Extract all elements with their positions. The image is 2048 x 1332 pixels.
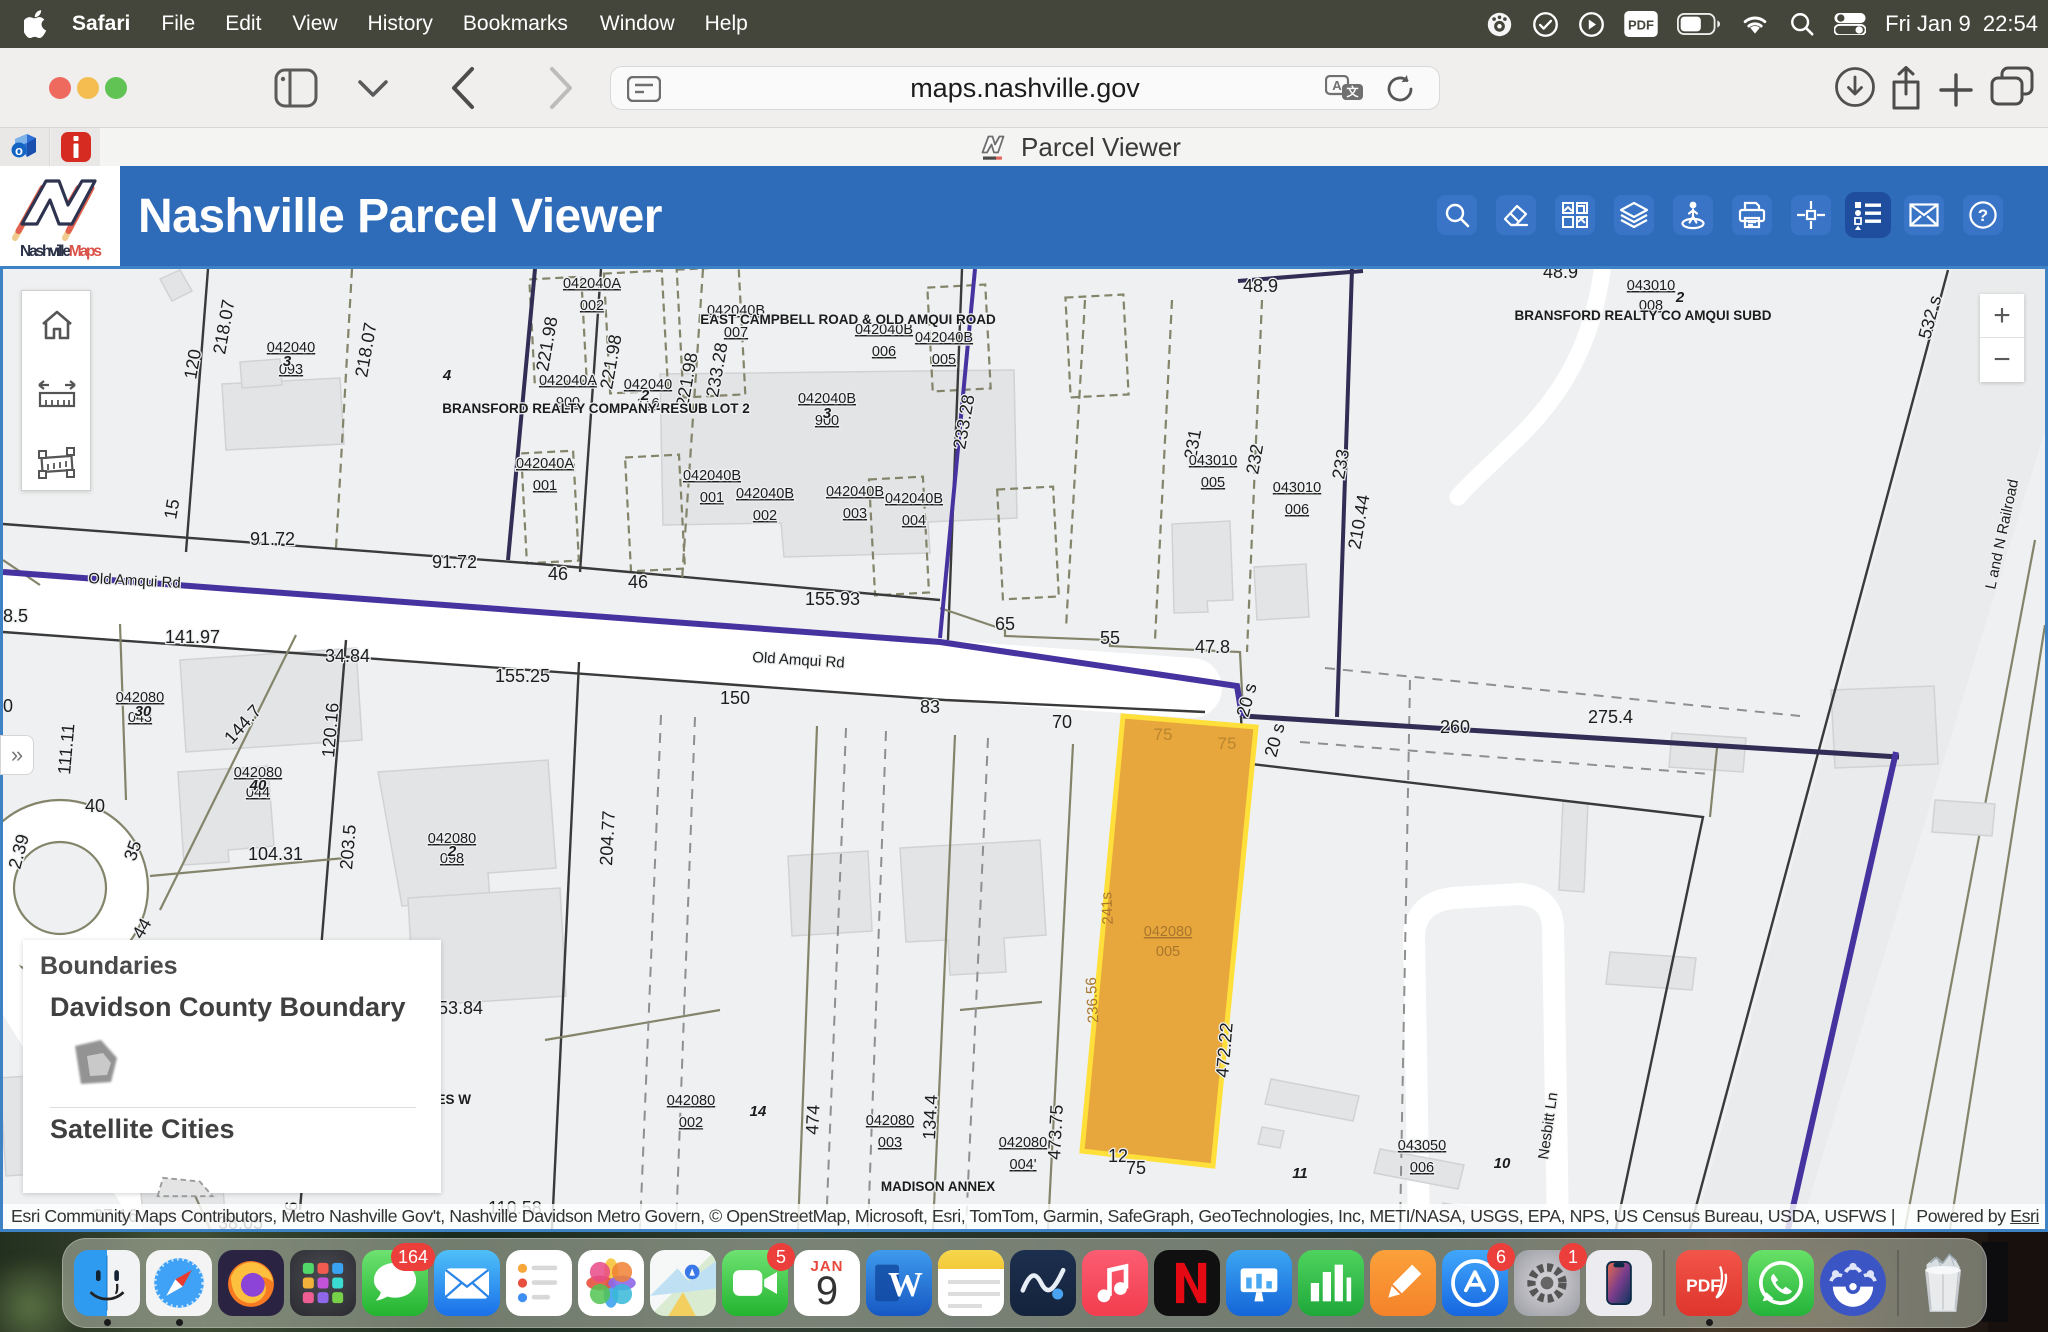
- svg-text:043010: 043010: [1189, 453, 1237, 469]
- svg-text:EAST CAMPBELL ROAD & OLD AMQUI: EAST CAMPBELL ROAD & OLD AMQUI ROAD: [700, 312, 996, 327]
- svg-text:241s: 241s: [1098, 892, 1117, 925]
- svg-text:042080: 042080: [866, 1113, 914, 1129]
- svg-text:65: 65: [995, 614, 1015, 634]
- svg-text:75: 75: [1126, 1158, 1146, 1178]
- svg-text:042040A: 042040A: [539, 373, 597, 389]
- svg-text:A: A: [1332, 78, 1342, 93]
- svg-text:3: 3: [283, 353, 292, 370]
- svg-text:260: 260: [1440, 717, 1470, 737]
- svg-text:001: 001: [533, 478, 557, 494]
- svg-text:042080: 042080: [667, 1093, 715, 1109]
- svg-text:53.84: 53.84: [438, 998, 483, 1018]
- svg-text:3: 3: [823, 405, 832, 422]
- svg-text:043010: 043010: [1273, 480, 1321, 496]
- svg-text:042040A: 042040A: [516, 456, 574, 472]
- svg-text:007: 007: [724, 325, 748, 341]
- svg-text:155.93: 155.93: [805, 589, 860, 609]
- svg-text:042040A: 042040A: [563, 276, 621, 292]
- svg-text:042040B: 042040B: [683, 468, 741, 484]
- svg-text:0: 0: [3, 696, 13, 716]
- svg-text:40: 40: [85, 796, 105, 816]
- svg-text:002: 002: [679, 1115, 703, 1131]
- svg-text:47.8: 47.8: [1195, 637, 1230, 657]
- svg-text:?: ?: [1978, 206, 1988, 225]
- svg-text:BRANSFORD REALTY COMPANY-RESUB: BRANSFORD REALTY COMPANY-RESUB LOT 2: [442, 401, 750, 416]
- svg-text:141.97: 141.97: [165, 627, 220, 647]
- svg-text:002: 002: [580, 298, 604, 314]
- svg-text:042040B: 042040B: [885, 491, 943, 507]
- svg-text:006: 006: [1410, 1160, 1434, 1176]
- svg-text:46: 46: [628, 572, 648, 592]
- svg-text:W: W: [888, 1265, 923, 1304]
- svg-text:204.77: 204.77: [596, 810, 619, 866]
- svg-text:003: 003: [843, 506, 867, 522]
- svg-text:55: 55: [1100, 628, 1120, 648]
- svg-text:001: 001: [700, 490, 724, 506]
- svg-text:005: 005: [1201, 475, 1225, 491]
- svg-text:004: 004: [902, 513, 926, 529]
- svg-text:BRANSFORD REALTY CO AMQUI SUBD: BRANSFORD REALTY CO AMQUI SUBD: [1514, 308, 1771, 323]
- svg-text:o: o: [15, 143, 23, 158]
- svg-text:34.84: 34.84: [325, 646, 370, 666]
- svg-text:14: 14: [750, 1103, 767, 1120]
- svg-text:006: 006: [1285, 502, 1309, 518]
- svg-text:40: 40: [249, 777, 267, 794]
- svg-text:150: 150: [720, 688, 750, 708]
- svg-text:104.31: 104.31: [248, 844, 303, 864]
- svg-text:042040B: 042040B: [736, 486, 794, 502]
- svg-text:75: 75: [1218, 734, 1237, 753]
- svg-text:2: 2: [1675, 289, 1685, 306]
- svg-text:91.72: 91.72: [250, 529, 295, 549]
- svg-text:004': 004': [1010, 1157, 1037, 1173]
- svg-text:042080: 042080: [1144, 924, 1192, 940]
- svg-text:043050: 043050: [1398, 1138, 1446, 1154]
- svg-text:PDF: PDF: [1628, 18, 1654, 33]
- svg-text:48.9: 48.9: [1243, 276, 1278, 296]
- svg-text:48.9: 48.9: [1543, 269, 1578, 282]
- svg-text:005: 005: [932, 352, 956, 368]
- svg-text:2: 2: [447, 843, 457, 860]
- svg-text:MADISON ANNEX: MADISON ANNEX: [881, 1179, 995, 1194]
- svg-text:83: 83: [920, 697, 940, 717]
- svg-text:46: 46: [548, 564, 568, 584]
- svg-text:203.5: 203.5: [336, 824, 360, 871]
- svg-text:006: 006: [872, 344, 896, 360]
- svg-text:文: 文: [1346, 84, 1359, 99]
- svg-text:75: 75: [1154, 725, 1173, 744]
- svg-text:8.5: 8.5: [3, 606, 28, 626]
- svg-text:PDF: PDF: [1686, 1275, 1721, 1295]
- svg-text:NashvilleMaps: NashvilleMaps: [20, 243, 102, 260]
- svg-text:91.72: 91.72: [432, 552, 477, 572]
- svg-text:70: 70: [1052, 712, 1072, 732]
- svg-text:042040B: 042040B: [915, 330, 973, 346]
- svg-text:30: 30: [135, 703, 152, 720]
- svg-text:474: 474: [802, 1104, 824, 1135]
- svg-text:002: 002: [753, 508, 777, 524]
- svg-text:134.4: 134.4: [919, 1094, 941, 1140]
- svg-text:042040B: 042040B: [826, 484, 884, 500]
- svg-text:236.56: 236.56: [1083, 977, 1102, 1024]
- svg-text:4: 4: [442, 367, 452, 384]
- svg-text:473.75: 473.75: [1044, 1104, 1067, 1160]
- svg-text:10: 10: [1494, 1155, 1511, 1172]
- svg-text:005: 005: [1156, 944, 1180, 960]
- svg-text:15: 15: [160, 497, 183, 520]
- svg-text:155.25: 155.25: [495, 666, 550, 686]
- svg-text:11: 11: [1292, 1165, 1308, 1182]
- svg-text:043010: 043010: [1627, 278, 1675, 294]
- svg-text:275.4: 275.4: [1588, 707, 1633, 727]
- svg-text:003: 003: [878, 1135, 902, 1151]
- svg-text:042080: 042080: [999, 1135, 1047, 1151]
